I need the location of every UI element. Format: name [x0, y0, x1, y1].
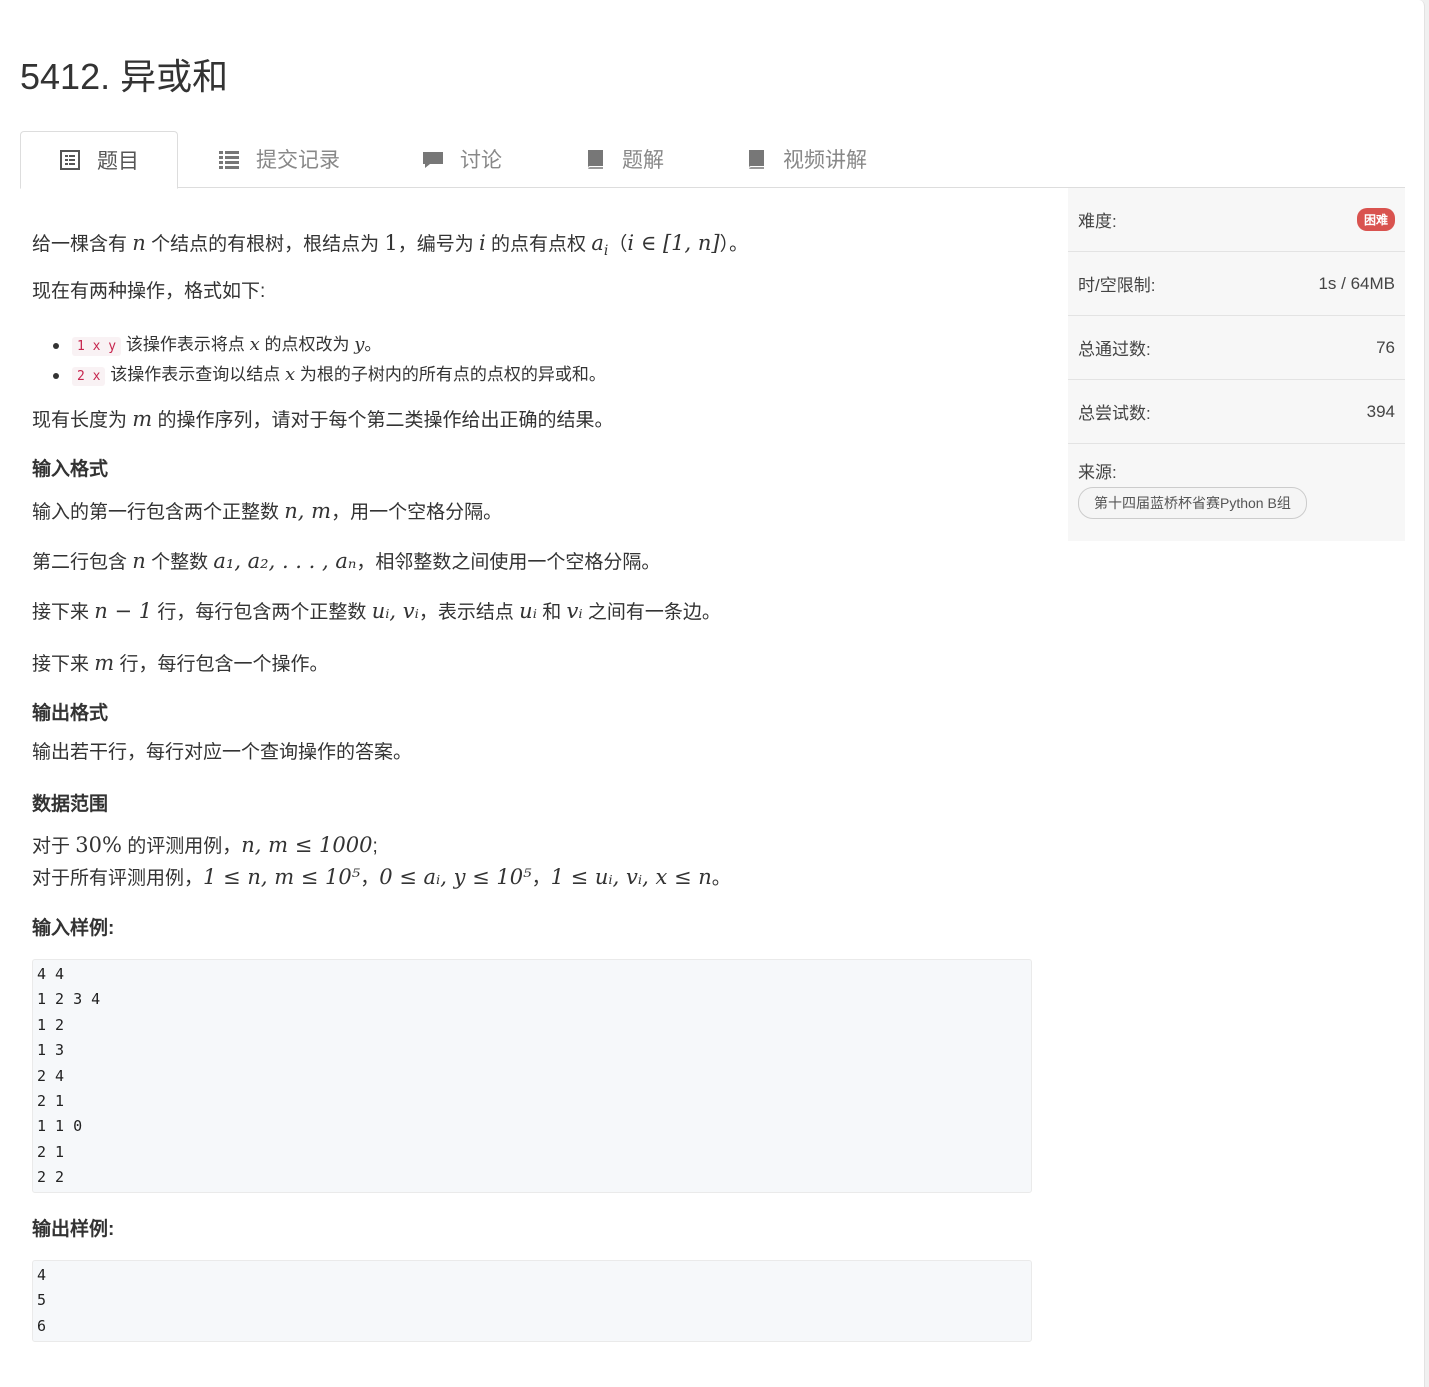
- tab-label: 题目: [97, 150, 139, 173]
- difficulty-badge: 困难: [1356, 208, 1395, 231]
- list-icon: [218, 148, 240, 170]
- statement-paragraph: 现有长度为 m 的操作序列，请对于每个第二类操作给出正确的结果。: [32, 407, 614, 431]
- passed-row: 总通过数: 76: [1068, 316, 1405, 380]
- tab-label: 讨论: [460, 149, 502, 172]
- section-heading: 输入样例:: [32, 918, 115, 939]
- input-format-line: 第二行包含 n 个整数 a₁, a₂, . . . , aₙ，相邻整数之间使用一…: [32, 549, 661, 573]
- comment-icon: [422, 148, 444, 170]
- tried-value: 394: [1366, 401, 1395, 421]
- list-item: 1 x y 该操作表示将点 x 的点权改为 y。: [32, 331, 606, 361]
- input-format-line: 输入的第一行包含两个正整数 n, m，用一个空格分隔。: [32, 499, 503, 523]
- tab-bar: 题目 提交记录 讨论 题解 视频讲解: [20, 131, 1405, 189]
- tab-video[interactable]: 视频讲解: [745, 131, 867, 187]
- sample-input-block[interactable]: 4 4 1 2 3 4 1 2 1 3 2 4 2 1 1 1 0 2 1 2 …: [32, 959, 1032, 1193]
- tab-discussion[interactable]: 讨论: [422, 131, 502, 187]
- data-range-line: 对于 30% 的评测用例，n, m ≤ 1000;: [32, 833, 378, 857]
- tab-label: 提交记录: [256, 149, 340, 172]
- section-heading: 输出格式: [32, 703, 109, 724]
- list-item: 2 x 该操作表示查询以结点 x 为根的子树内的所有点的点权的异或和。: [32, 361, 606, 391]
- section-heading: 数据范围: [32, 794, 109, 815]
- passed-label: 总通过数:: [1078, 340, 1151, 359]
- difficulty-row: 难度: 困难: [1068, 188, 1405, 252]
- tab-label: 视频讲解: [783, 149, 867, 172]
- limit-value: 1s / 64MB: [1318, 273, 1395, 293]
- tab-submissions[interactable]: 提交记录: [218, 131, 340, 187]
- difficulty-label: 难度:: [1078, 212, 1117, 231]
- statement-paragraph: 现在有两种操作，格式如下:: [32, 281, 266, 302]
- output-format-text: 输出若干行，每行对应一个查询操作的答案。: [32, 742, 413, 763]
- problem-info-sidebar: 难度: 困难 时/空限制: 1s / 64MB 总通过数: 76 总尝试数: 3…: [1068, 188, 1405, 541]
- tab-solutions[interactable]: 题解: [584, 131, 664, 187]
- input-format-line: 接下来 m 行，每行包含一个操作。: [32, 651, 329, 675]
- problem-card: 5412. 异或和 题目 提交记录 讨论 题解 视频讲解 给一棵含有 n 个结点…: [0, 0, 1425, 1387]
- sample-output-block[interactable]: 4 5 6: [32, 1260, 1032, 1342]
- input-format-line: 接下来 n − 1 行，每行包含两个正整数 uᵢ, vᵢ，表示结点 uᵢ 和 v…: [32, 599, 721, 623]
- tab-label: 题解: [622, 149, 664, 172]
- section-heading: 输出样例:: [32, 1219, 115, 1240]
- passed-value: 76: [1376, 337, 1395, 357]
- source-label: 来源:: [1078, 463, 1117, 482]
- limit-label: 时/空限制:: [1078, 276, 1156, 295]
- tab-problem[interactable]: 题目: [20, 131, 178, 189]
- operation-list: 1 x y 该操作表示将点 x 的点权改为 y。 2 x 该操作表示查询以结点 …: [32, 331, 606, 391]
- statement-paragraph: 给一棵含有 n 个结点的有根树，根结点为 1，编号为 i 的点有点权 ai（i …: [32, 231, 749, 259]
- page-title: 5412. 异或和: [20, 56, 229, 97]
- source-tag[interactable]: 第十四届蓝桥杯省赛Python B组: [1078, 487, 1307, 519]
- limit-row: 时/空限制: 1s / 64MB: [1068, 252, 1405, 316]
- inline-code: 1 x y: [72, 337, 122, 356]
- book-icon: [745, 148, 767, 170]
- book-icon: [584, 148, 606, 170]
- section-heading: 输入格式: [32, 459, 109, 480]
- source-section: 来源: 第十四届蓝桥杯省赛Python B组: [1068, 444, 1405, 541]
- document-icon: [59, 149, 81, 171]
- tried-label: 总尝试数:: [1078, 404, 1151, 423]
- inline-code: 2 x: [72, 367, 106, 386]
- data-range-line: 对于所有评测用例，1 ≤ n, m ≤ 10⁵，0 ≤ aᵢ, y ≤ 10⁵，…: [32, 865, 731, 889]
- tried-row: 总尝试数: 394: [1068, 380, 1405, 444]
